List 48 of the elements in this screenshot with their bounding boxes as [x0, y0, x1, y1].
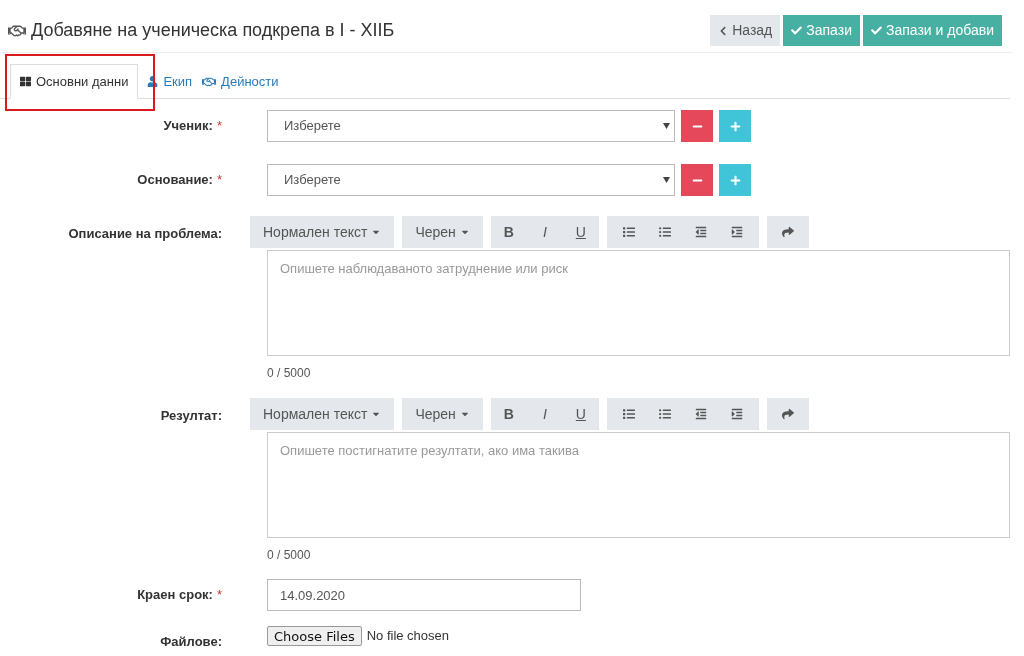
bulleted-list-icon: [658, 226, 671, 238]
plus-icon: [729, 120, 741, 132]
bulleted-list-icon: [658, 408, 671, 420]
indent-icon: [730, 408, 743, 420]
field-label: Ученик:: [163, 117, 213, 136]
grid-icon: [20, 76, 31, 87]
outdent-icon: [694, 408, 707, 420]
field-label: Краен срок:: [137, 586, 213, 605]
tab[interactable]: Дейности: [197, 64, 284, 99]
tab[interactable]: Екип: [142, 64, 198, 99]
redo-icon: [781, 226, 794, 238]
redo-icon: [781, 408, 794, 420]
required-mark: *: [216, 586, 222, 605]
page-title: Добавяне на ученическа подкрепа в I - XIIБ: [31, 19, 395, 42]
plus-icon: [729, 174, 741, 186]
check-icon: [871, 25, 882, 36]
dropdown-arrow-icon: [663, 123, 670, 129]
field-label: Резултат:: [160, 407, 222, 425]
redo-button[interactable]: [766, 216, 809, 248]
check-icon: [791, 25, 803, 36]
redo-button[interactable]: [766, 398, 809, 430]
choose-files-button[interactable]: Choose Files: [267, 626, 362, 646]
text-style-dropdown[interactable]: Нормален текст: [250, 216, 395, 248]
text-color-dropdown[interactable]: Черен: [402, 216, 483, 248]
character-counter: 0 / 5000: [267, 547, 312, 564]
required-mark: *: [216, 171, 222, 190]
user-icon: [147, 76, 159, 87]
back-button[interactable]: Назад: [710, 15, 781, 46]
file-status: No file chosen: [366, 627, 450, 646]
list-icon: [622, 226, 635, 238]
date-field[interactable]: 14.09.2020: [267, 579, 581, 611]
list-icon: [622, 408, 635, 420]
character-counter: 0 / 5000: [267, 365, 312, 382]
dropdown-arrow-icon: [663, 177, 670, 183]
text-area[interactable]: Опишете наблюдаваното затруднение или риск: [267, 250, 1010, 356]
field-label: Файлове:: [160, 633, 222, 651]
field-label: Описание на проблема:: [68, 225, 222, 243]
required-mark: *: [216, 117, 222, 136]
text-style-dropdown[interactable]: Нормален текст: [250, 398, 395, 430]
indent-icon: [730, 226, 743, 238]
select-field[interactable]: Изберете: [267, 110, 675, 142]
select-field[interactable]: Изберете: [267, 164, 675, 196]
field-label: Основание:: [137, 171, 213, 190]
chevron-left-icon: [718, 25, 729, 36]
tab[interactable]: Основни данни: [10, 64, 139, 99]
text-area[interactable]: Опишете постигнатите резултати, ако има такива: [267, 432, 1010, 538]
outdent-icon: [694, 226, 707, 238]
text-color-dropdown[interactable]: Черен: [402, 398, 483, 430]
